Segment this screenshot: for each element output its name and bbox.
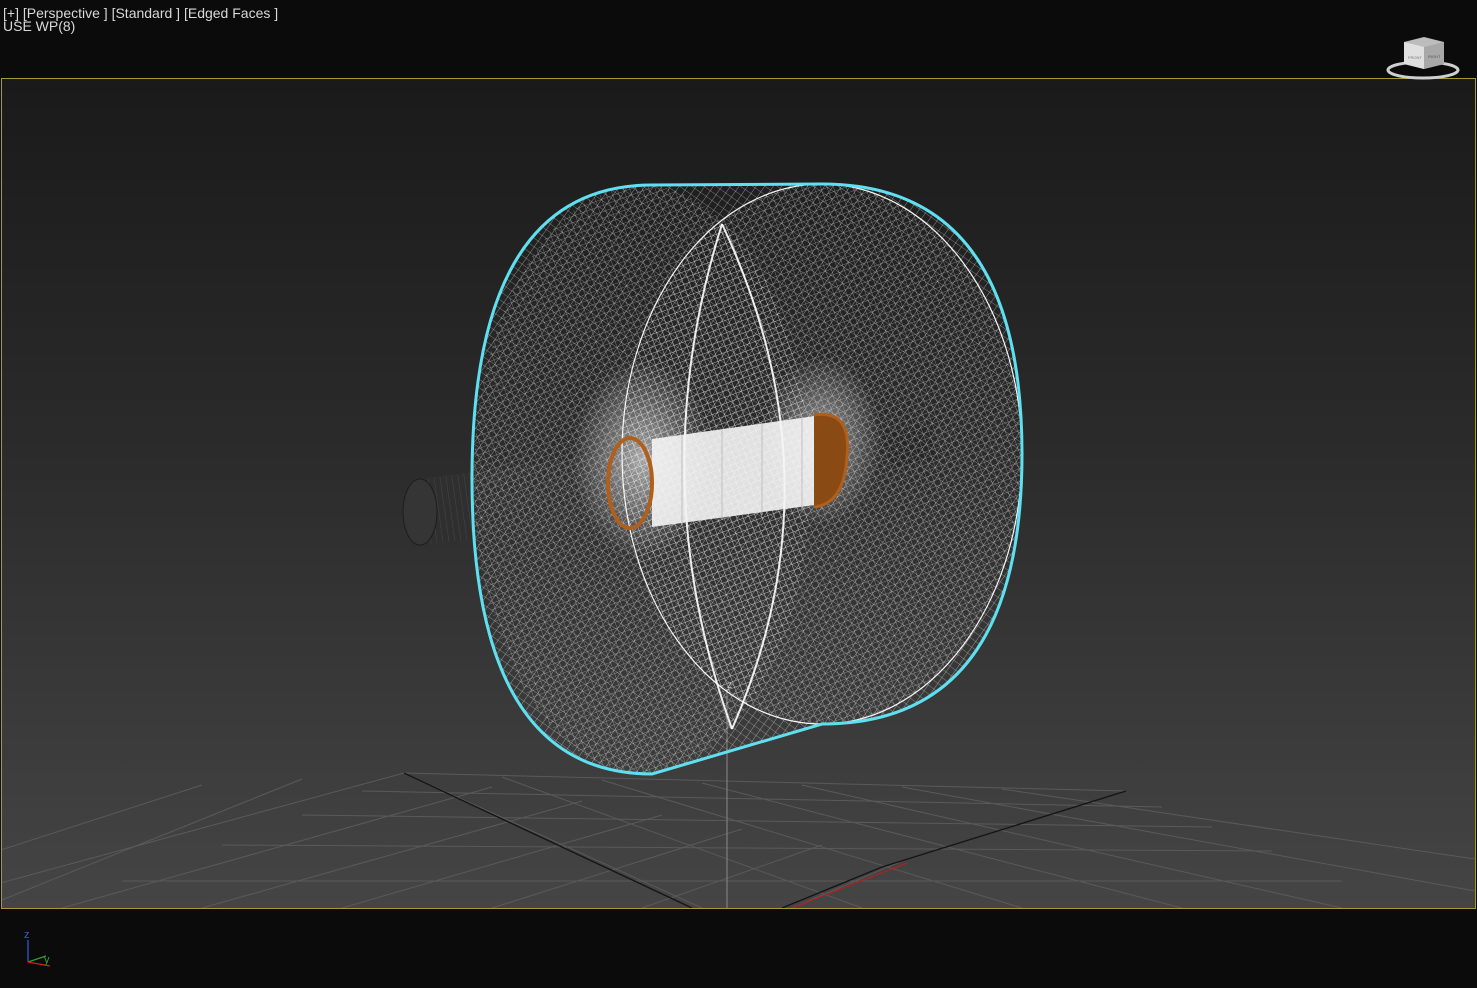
home-grid [2, 772, 1475, 908]
axis-y-label: y [44, 954, 50, 966]
viewport-display-menu[interactable]: [Edged Faces ] [184, 5, 278, 21]
axis-tripod-icon: z y [24, 929, 51, 967]
axis-z-label: z [24, 929, 30, 941]
grid-center-label: z [727, 680, 732, 691]
viewport-scene[interactable]: z [2, 79, 1475, 908]
viewcube-face-right[interactable]: RIGHT [1428, 54, 1441, 59]
perspective-viewport[interactable]: z [1, 78, 1476, 909]
workplane-status: USE WP(8) [3, 18, 76, 34]
viewcube-face-front[interactable]: FRONT [1408, 55, 1422, 60]
viewcube-icon[interactable]: FRONT RIGHT [1386, 34, 1460, 82]
grid-main-axes [403, 772, 1127, 908]
viewport-shading-menu[interactable]: [Standard ] [112, 5, 181, 21]
grid-x-axis [791, 862, 908, 908]
